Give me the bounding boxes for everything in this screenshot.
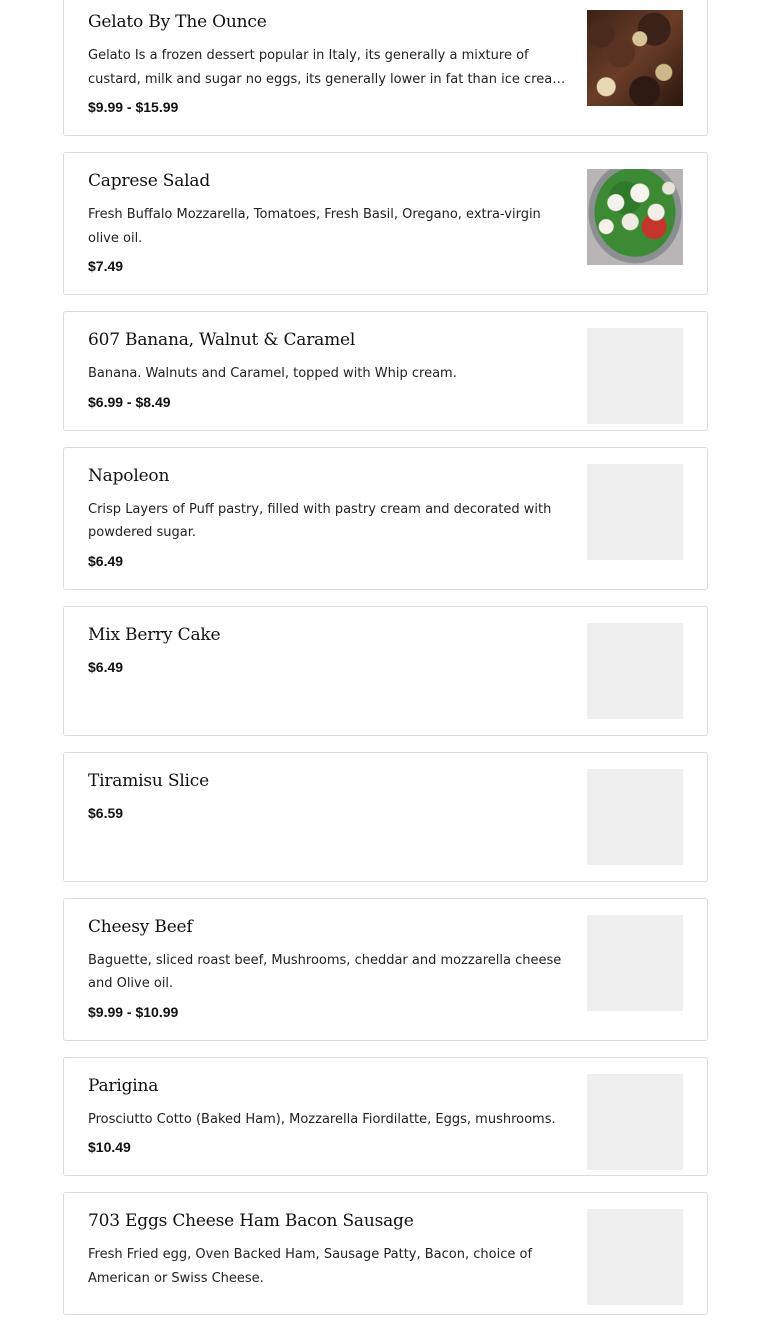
menu-item-title: Cheesy Beef bbox=[88, 916, 193, 937]
menu-item-image bbox=[587, 169, 683, 265]
menu-item-card[interactable]: Cheesy Beef Baguette, sliced roast beef,… bbox=[63, 897, 708, 1041]
menu-item-image-placeholder bbox=[587, 463, 683, 560]
menu-item-title: Mix Berry Cake bbox=[88, 624, 221, 645]
menu-item-title: Caprese Salad bbox=[88, 171, 211, 191]
menu-item-image-placeholder bbox=[587, 328, 683, 424]
menu-item-title: 607 Banana, Walnut & Caramel bbox=[88, 330, 356, 350]
menu-item-description: Baguette, sliced roast beef, Mushrooms, … bbox=[88, 952, 562, 992]
menu-item-price: $6.49 bbox=[88, 658, 124, 675]
menu-item-description: Gelato Is a frozen dessert popular in It… bbox=[88, 48, 565, 87]
menu-item-image bbox=[587, 10, 683, 106]
menu-item-price: $6.59 bbox=[88, 804, 124, 821]
menu-item-card[interactable]: Mix Berry Cake $6.49 bbox=[63, 605, 708, 736]
menu-item-description: Banana. Walnuts and Caramel, topped with… bbox=[88, 366, 457, 381]
menu-item-image-placeholder bbox=[587, 914, 683, 1011]
menu-item-price: $6.49 bbox=[88, 552, 124, 569]
menu-item-title: 703 Eggs Cheese Ham Bacon Sausage bbox=[88, 1211, 414, 1231]
menu-item-card[interactable]: 703 Eggs Cheese Ham Bacon Sausage Fresh … bbox=[63, 1192, 708, 1315]
menu-item-title: Tiramisu Slice bbox=[88, 770, 209, 791]
menu-item-price: $10.49 bbox=[88, 1139, 131, 1155]
menu-item-description: Crisp Layers of Puff pastry, filled with… bbox=[88, 501, 552, 541]
menu-item-card[interactable]: Napoleon Crisp Layers of Puff pastry, fi… bbox=[63, 446, 708, 590]
menu-item-title: Gelato By The Ounce bbox=[88, 12, 267, 32]
menu-item-title: Parigina bbox=[88, 1075, 159, 1096]
menu-item-list: Gelato By The Ounce Gelato Is a frozen d… bbox=[63, 0, 708, 1331]
menu-item-price: $6.99 - $8.49 bbox=[88, 393, 171, 410]
menu-item-description: Fresh Buffalo Mozzarella, Tomatoes, Fres… bbox=[88, 207, 541, 246]
menu-item-price: $9.99 - $15.99 bbox=[88, 99, 179, 115]
menu-item-description: Prosciutto Cotto (Baked Ham), Mozzarella… bbox=[88, 1111, 556, 1127]
menu-item-card[interactable]: Gelato By The Ounce Gelato Is a frozen d… bbox=[63, 0, 708, 136]
menu-item-card[interactable]: Caprese Salad Fresh Buffalo Mozzarella, … bbox=[63, 152, 708, 295]
menu-item-card[interactable]: Parigina Prosciutto Cotto (Baked Ham), M… bbox=[63, 1056, 708, 1176]
menu-item-image-placeholder bbox=[587, 622, 683, 719]
menu-item-card[interactable]: 607 Banana, Walnut & Caramel Banana. Wal… bbox=[63, 311, 708, 431]
menu-item-price: $7.49 bbox=[88, 258, 124, 274]
menu-item-card[interactable]: Tiramisu Slice $6.59 bbox=[63, 751, 708, 882]
menu-item-title: Napoleon bbox=[88, 465, 170, 486]
menu-item-price: $9.99 - $10.99 bbox=[88, 1003, 179, 1020]
menu-item-image-placeholder bbox=[587, 768, 683, 865]
menu-item-image-placeholder bbox=[587, 1073, 683, 1170]
menu-item-image-placeholder bbox=[587, 1209, 683, 1305]
menu-item-description: Fresh Fried egg, Oven Backed Ham, Sausag… bbox=[88, 1247, 533, 1286]
